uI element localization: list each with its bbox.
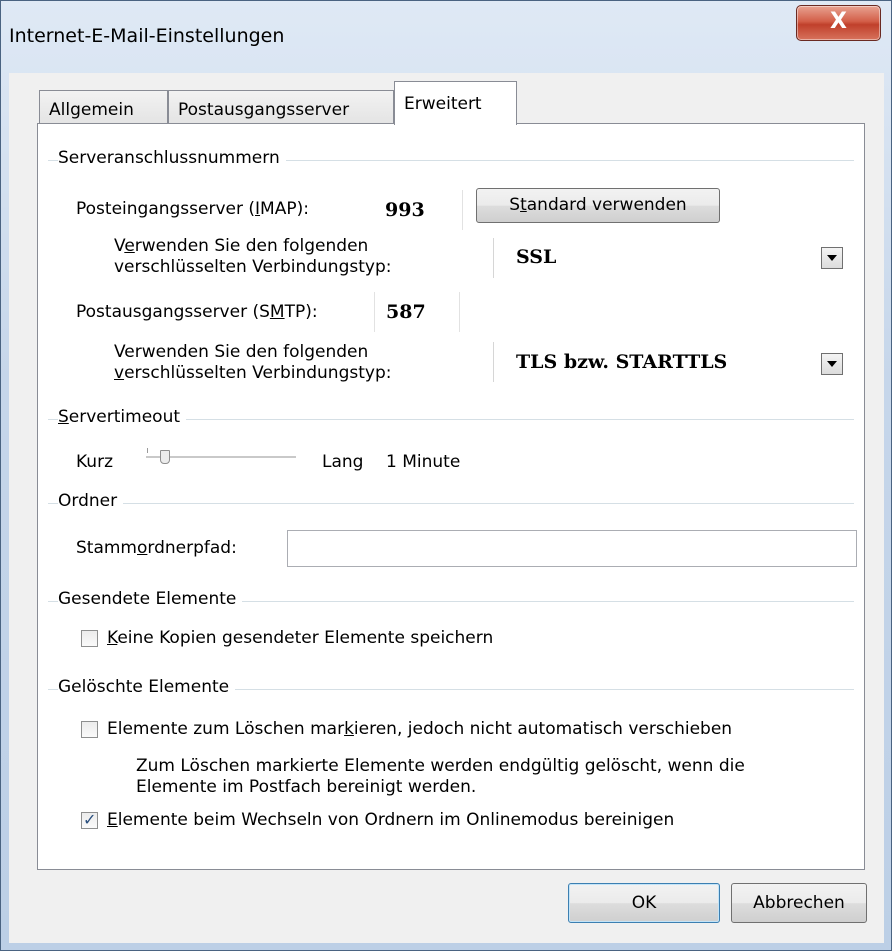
chevron-down-icon[interactable] [821,247,843,269]
slider-thumb[interactable] [160,450,170,464]
smtp-encryption-value: TLS bzw. STARTTLS [516,351,728,373]
cancel-button[interactable]: Abbrechen [731,883,867,923]
group-label-sent: Gesendete Elemente [58,589,243,609]
timeout-max-label: Lang [322,452,364,472]
purge-on-switch-checkbox[interactable] [81,810,98,829]
group-divider [48,503,854,504]
root-folder-input[interactable] [287,530,857,567]
tab-label: Erweitert [404,94,482,114]
mark-for-deletion-label[interactable]: Elemente zum Löschen markieren, jedoch n… [107,719,732,740]
slider-tick [147,448,148,453]
group-label-ports: Serveranschlussnummern [58,148,286,168]
imap-encryption-select[interactable]: SSL [493,238,865,278]
root-folder-label: Stammordnerpfad: [76,538,237,558]
chevron-down-icon[interactable] [821,353,843,375]
mark-for-deletion-checkbox[interactable] [81,721,98,738]
tab-allgemein[interactable]: Allgemein [39,90,168,126]
timeout-min-label: Kurz [76,452,113,472]
smtp-encryption-select[interactable]: TLS bzw. STARTTLS [493,342,865,382]
no-sent-copies-checkbox[interactable] [81,630,98,647]
dialog-client-area: Allgemein Postausgangsserver Erweitert S… [9,73,884,943]
tab-label: Allgemein [49,100,134,120]
imap-encryption-label-line2: verschlüsselten Verbindungstyp: [114,257,392,277]
tab-panel-erweitert: Serveranschlussnummern Posteingangsserve… [37,123,865,870]
group-label-timeout: Servertimeout [58,407,187,427]
no-sent-copies-label[interactable]: Keine Kopien gesendeter Elemente speiche… [107,628,493,649]
tab-erweitert[interactable]: Erweitert [394,81,517,125]
smtp-port-label: Postausgangsserver (SMTP): [76,302,318,322]
imap-encryption-label-line1: Verwenden Sie den folgenden [114,236,369,256]
smtp-port-input[interactable]: 587 [374,292,460,332]
tab-postausgangsserver[interactable]: Postausgangsserver [168,90,394,126]
smtp-port-value: 587 [386,301,426,323]
timeout-value: 1 Minute [386,452,461,472]
tab-label: Postausgangsserver [178,100,350,120]
dialog-title: Internet-E-Mail-Einstellungen [9,25,285,47]
purge-on-switch-label[interactable]: Elemente beim Wechseln von Ordnern im On… [107,810,674,831]
imap-port-input[interactable]: 993 [378,190,463,230]
imap-encryption-value: SSL [516,246,557,268]
group-label-deleted: Gelöschte Elemente [58,677,236,697]
deletion-note-line1: Zum Löschen markierte Elemente werden en… [136,756,745,776]
smtp-encryption-label-line1: Verwenden Sie den folgenden [114,342,369,362]
title-bar[interactable]: Internet-E-Mail-Einstellungen X [1,1,892,73]
deletion-note-line2: Elemente im Postfach bereinigt werden. [136,777,477,797]
smtp-encryption-label-line2: verschlüsselten Verbindungstyp: [114,363,392,383]
use-default-button[interactable]: Standard verwenden [476,188,720,223]
imap-port-value: 993 [385,199,425,221]
ok-button[interactable]: OK [568,883,720,923]
close-icon: X [830,9,847,34]
timeout-slider[interactable] [146,446,298,468]
group-label-folders: Ordner [58,491,124,511]
settings-dialog: Internet-E-Mail-Einstellungen X Allgemei… [0,0,892,951]
imap-port-label: Posteingangsserver (IMAP): [76,199,309,219]
close-button[interactable]: X [796,5,881,41]
